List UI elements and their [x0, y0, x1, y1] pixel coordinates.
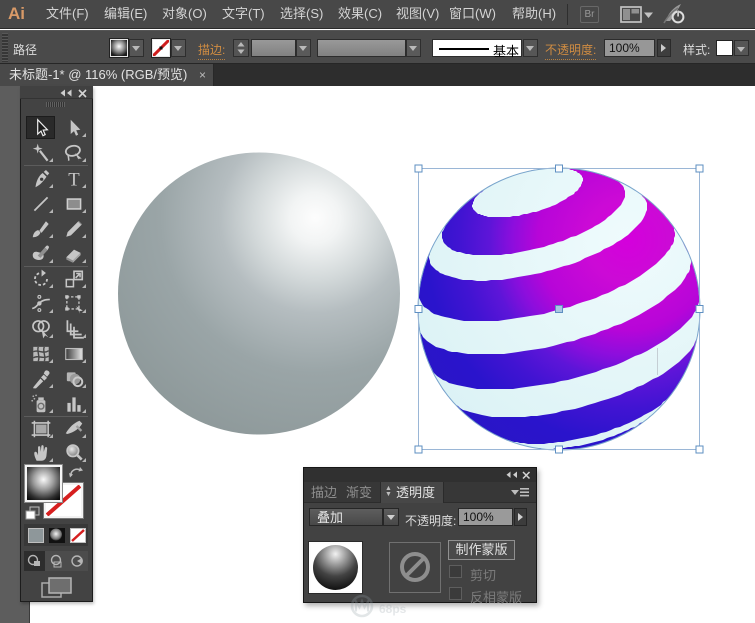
svg-text:68ps: 68ps — [379, 602, 407, 616]
svg-text:T: T — [68, 169, 80, 189]
